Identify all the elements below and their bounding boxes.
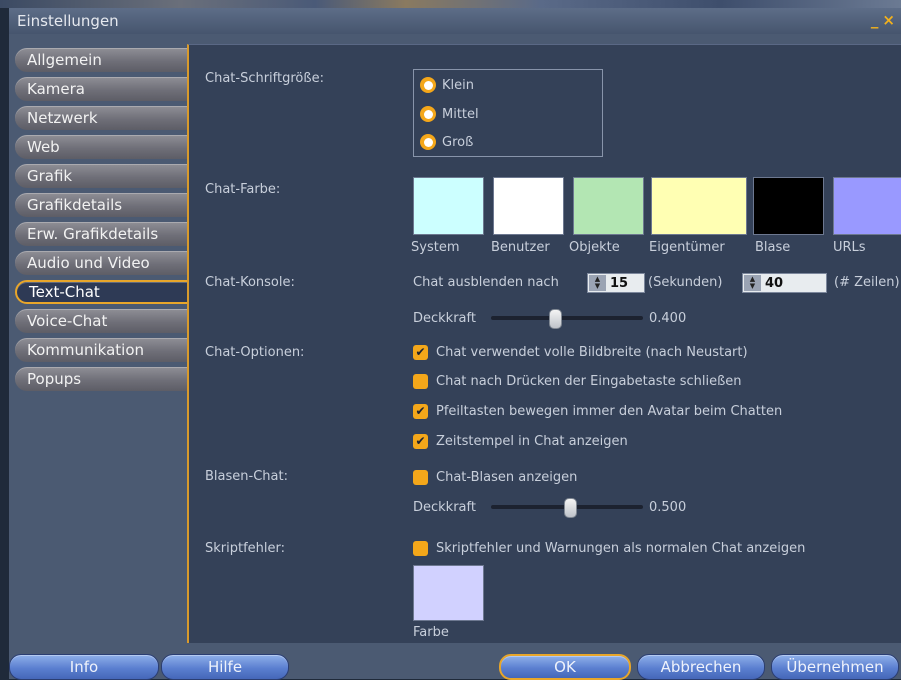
chat-lines-value: 40	[765, 276, 784, 291]
radio-mittel[interactable]: Mittel	[420, 103, 479, 125]
radio-gross[interactable]: Groß	[420, 131, 473, 153]
fade-label: Chat ausblenden nach	[413, 275, 559, 290]
option-close-on-enter-label: Chat nach Drücken der Eingabetaste schli…	[436, 373, 742, 389]
tab-grafik[interactable]: Grafik	[15, 164, 193, 188]
option-show-bubbles-label: Chat-Blasen anzeigen	[436, 469, 578, 485]
swatch-urls[interactable]	[833, 177, 901, 235]
spinner-arrows-icon[interactable]: ▲ ▼	[744, 275, 761, 291]
option-full-width[interactable]: ✔ Chat verwendet volle Bildbreite (nach …	[413, 341, 748, 363]
swatch-blase-label: Blase	[755, 240, 791, 255]
spinner-arrows-icon[interactable]: ▲ ▼	[589, 275, 606, 291]
option-script-errors-label: Skriptfehler und Warnungen als normalen …	[436, 540, 806, 556]
apply-button[interactable]: Übernehmen	[771, 654, 899, 680]
swatch-objekte[interactable]	[573, 177, 644, 235]
help-button[interactable]: Hilfe	[161, 654, 289, 680]
script-errors-color-swatch[interactable]	[413, 565, 484, 621]
tab-voice-chat[interactable]: Voice-Chat	[15, 309, 193, 333]
script-errors-label: Skriptfehler:	[205, 541, 286, 556]
checkbox-icon	[413, 469, 428, 485]
chat-options-label: Chat-Optionen:	[205, 345, 305, 360]
radio-icon	[420, 134, 436, 150]
tab-kommunikation[interactable]: Kommunikation	[15, 338, 193, 362]
tab-audio-video[interactable]: Audio und Video	[15, 251, 193, 275]
info-button[interactable]: Info	[9, 654, 159, 680]
slider-thumb[interactable]	[549, 309, 563, 329]
checkbox-icon	[413, 540, 428, 556]
swatch-system[interactable]	[413, 177, 484, 235]
ok-button[interactable]: OK	[499, 654, 631, 680]
console-opacity-value: 0.400	[649, 311, 687, 326]
option-arrow-keys-label: Pfeiltasten bewegen immer den Avatar bei…	[436, 403, 783, 419]
slider-thumb[interactable]	[563, 498, 577, 518]
swatch-eigentuemer-label: Eigentümer	[649, 240, 725, 255]
category-tabs: Allgemein Kamera Netzwerk Web Grafik Gra…	[15, 48, 195, 396]
script-errors-color-label: Farbe	[413, 625, 449, 640]
radio-gross-label: Groß	[442, 134, 474, 150]
tab-text-chat[interactable]: Text-Chat	[15, 280, 195, 304]
bubble-chat-label: Blasen-Chat:	[205, 469, 288, 484]
cancel-button[interactable]: Abbrechen	[637, 654, 765, 680]
swatch-objekte-label: Objekte	[569, 240, 620, 255]
console-opacity-label: Deckkraft	[413, 311, 476, 326]
swatch-blase[interactable]	[753, 177, 824, 235]
tab-erw-grafikdetails[interactable]: Erw. Grafikdetails	[15, 222, 193, 246]
tab-netzwerk[interactable]: Netzwerk	[15, 106, 193, 130]
background-strip	[0, 0, 901, 8]
swatch-system-label: System	[411, 240, 460, 255]
chat-lines-spinner[interactable]: ▲ ▼ 40	[742, 273, 827, 293]
swatch-urls-label: URLs	[833, 240, 866, 255]
checkbox-checked-icon: ✔	[413, 344, 428, 360]
radio-icon	[420, 77, 436, 93]
window-title: Einstellungen	[17, 12, 119, 30]
radio-klein-label: Klein	[442, 77, 474, 93]
swatch-benutzer[interactable]	[493, 177, 564, 235]
chat-console-label: Chat-Konsole:	[205, 275, 295, 290]
option-timestamps-label: Zeitstempel in Chat anzeigen	[436, 433, 628, 449]
tab-web[interactable]: Web	[15, 135, 193, 159]
fade-seconds-value: 15	[610, 276, 629, 291]
swatch-benutzer-label: Benutzer	[491, 240, 550, 255]
tab-allgemein[interactable]: Allgemein	[15, 48, 193, 72]
radio-klein[interactable]: Klein	[420, 74, 474, 96]
font-size-radiogroup: Klein Mittel Groß	[413, 69, 603, 157]
option-full-width-label: Chat verwendet volle Bildbreite (nach Ne…	[436, 344, 748, 360]
seconds-label: (Sekunden)	[648, 275, 723, 290]
bubble-opacity-label: Deckkraft	[413, 500, 476, 515]
radio-mittel-label: Mittel	[442, 106, 479, 122]
tab-kamera[interactable]: Kamera	[15, 77, 193, 101]
option-close-on-enter[interactable]: Chat nach Drücken der Eingabetaste schli…	[413, 370, 742, 392]
chat-color-label: Chat-Farbe:	[205, 182, 281, 197]
font-size-label: Chat-Schriftgröße:	[205, 71, 324, 86]
console-opacity-slider[interactable]	[491, 309, 643, 329]
checkbox-checked-icon: ✔	[413, 403, 428, 419]
tab-grafikdetails[interactable]: Grafikdetails	[15, 193, 193, 217]
minimize-icon[interactable]: _×	[871, 11, 899, 29]
lines-label: (# Zeilen)	[834, 275, 900, 290]
fade-seconds-spinner[interactable]: ▲ ▼ 15	[587, 273, 645, 293]
option-arrow-keys[interactable]: ✔ Pfeiltasten bewegen immer den Avatar b…	[413, 400, 782, 422]
bubble-opacity-value: 0.500	[649, 500, 687, 515]
preferences-window: Einstellungen _× Allgemein Kamera Netzwe…	[9, 8, 901, 680]
option-timestamps[interactable]: ✔ Zeitstempel in Chat anzeigen	[413, 430, 628, 452]
option-script-errors[interactable]: Skriptfehler und Warnungen als normalen …	[413, 537, 805, 559]
text-chat-panel: Chat-Schriftgröße: Klein Mittel Groß Cha…	[187, 44, 901, 643]
swatch-eigentuemer[interactable]	[651, 177, 747, 235]
title-bar[interactable]: Einstellungen _×	[9, 8, 901, 34]
checkbox-checked-icon: ✔	[413, 433, 428, 449]
option-show-bubbles[interactable]: Chat-Blasen anzeigen	[413, 466, 577, 488]
checkbox-icon	[413, 373, 428, 389]
radio-selected-icon	[420, 106, 436, 122]
tab-popups[interactable]: Popups	[15, 367, 193, 391]
bubble-opacity-slider[interactable]	[491, 498, 643, 518]
